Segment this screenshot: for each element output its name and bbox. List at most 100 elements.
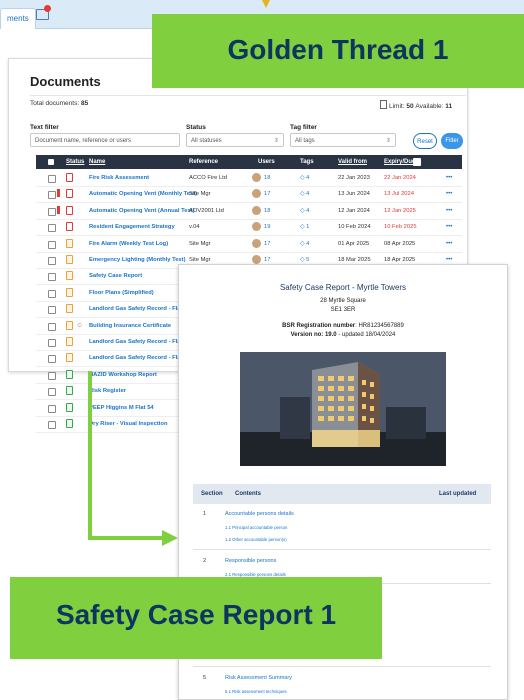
document-name-link[interactable]: Automatic Opening Vent (Monthly Test) — [89, 186, 197, 202]
callout-title: Safety Case Report 1 — [55, 599, 337, 630]
tags-count[interactable]: ◇ 4 — [300, 186, 309, 202]
row-checkbox[interactable] — [48, 273, 56, 282]
tags-count[interactable]: ◇ 4 — [300, 203, 309, 219]
toc-section-number: 1 — [203, 511, 207, 517]
more-options-icon[interactable]: ••• — [446, 236, 452, 252]
toc-divider — [193, 549, 491, 550]
tags-count[interactable]: ◇ 4 — [300, 170, 309, 186]
text-filter-label: Text filter — [30, 124, 59, 131]
users-count[interactable]: 19 — [264, 219, 270, 235]
avatar — [252, 222, 261, 232]
document-name-link[interactable]: Emergency Lighting (Monthly Test) — [89, 252, 186, 268]
row-checkbox[interactable] — [48, 388, 56, 397]
table-row[interactable]: Fire Alarm (Weekly Test Log) Site Mgr 17 ◇ … — [36, 236, 462, 253]
status-select[interactable]: All statuses ⇕ — [186, 133, 284, 147]
users-count[interactable]: 18 — [264, 170, 270, 186]
table-row[interactable]: Resident Engagement Strategy v.04 19 ◇ 1 10 … — [36, 219, 462, 237]
row-checkbox[interactable] — [48, 355, 56, 364]
column-reference: Reference — [189, 159, 219, 165]
export-icon[interactable] — [413, 158, 421, 166]
toc-subsection-link[interactable]: 5.1 Risk assessment techniques — [225, 689, 287, 694]
version-label: Version no: 19.0 — [290, 332, 337, 338]
row-checkbox[interactable] — [48, 289, 56, 298]
document-name-link[interactable]: Risk Register — [89, 383, 126, 399]
column-name[interactable]: Name — [89, 155, 105, 169]
document-name-link[interactable]: Floor Plans (Simplified) — [89, 285, 154, 301]
tags-count[interactable]: ◇ 1 — [300, 219, 309, 235]
document-status-icon — [66, 369, 73, 379]
more-options-icon[interactable]: ••• — [446, 186, 452, 202]
document-name-link[interactable]: HAZID Workshop Report — [89, 367, 157, 383]
report-address-line2: SE1 3ER — [330, 307, 356, 313]
row-checkbox[interactable] — [48, 404, 56, 413]
avatar — [252, 173, 261, 182]
row-checkbox[interactable] — [48, 421, 56, 429]
users-count[interactable]: 17 — [264, 236, 270, 252]
tags-count[interactable]: ◇ 4 — [300, 236, 309, 252]
row-checkbox[interactable] — [48, 240, 56, 249]
tags-value: 5 — [306, 257, 310, 263]
document-name-link[interactable]: Landlord Gas Safety Record - Flat 16 — [89, 350, 190, 366]
documents-tab[interactable]: ments — [0, 8, 36, 29]
toc-section-link[interactable]: Accountable persons details — [225, 511, 294, 517]
document-status-icon — [66, 205, 73, 215]
document-name-link[interactable]: Automatic Opening Vent (Annual Test) — [89, 203, 195, 219]
row-checkbox[interactable] — [48, 207, 56, 216]
document-status-icon — [66, 419, 73, 428]
document-name-link[interactable]: Fire Alarm (Weekly Test Log) — [89, 236, 168, 252]
column-expiry-due[interactable]: Expiry/Due — [384, 155, 415, 169]
report-title: Safety Case Report - Myrtle Towers — [279, 283, 407, 292]
reset-button[interactable]: Reset — [413, 133, 437, 149]
column-status[interactable]: Status — [66, 155, 84, 169]
arrow-shaft-vertical — [88, 371, 92, 540]
document-name-link[interactable]: PEEP Higgins M Flat 54 — [89, 400, 154, 416]
table-row[interactable]: Automatic Opening Vent (Annual Test) AOV2… — [36, 203, 462, 220]
tag-select[interactable]: All tags ⇕ — [290, 133, 396, 147]
users-count[interactable]: 18 — [264, 203, 270, 219]
row-checkbox[interactable] — [48, 191, 56, 200]
toc-section-link[interactable]: Risk Assessment Summary — [225, 675, 292, 681]
row-checkbox[interactable] — [48, 175, 56, 183]
expiry-date: 10 Feb 2025 — [384, 224, 417, 231]
toc-section-link[interactable]: Responsible persons — [225, 558, 276, 564]
row-checkbox[interactable] — [48, 339, 56, 347]
select-all-checkbox[interactable] — [48, 159, 54, 165]
filter-button[interactable]: Filter — [441, 133, 463, 149]
document-status-icon — [66, 386, 73, 396]
toc-subsection-link[interactable]: 1.2 Other accountable person(s) — [225, 537, 287, 542]
chevron-down-icon: ⇕ — [385, 138, 391, 144]
more-options-icon[interactable]: ••• — [446, 219, 452, 235]
document-name-link[interactable]: Building Insurance Certificate — [89, 318, 171, 334]
valid-from-date: 01 Apr 2025 — [338, 240, 370, 247]
users-count[interactable]: 17 — [264, 186, 270, 202]
toc-subsection-link[interactable]: 1.1 Principal accountable person — [225, 525, 287, 530]
total-label: Total documents: — [30, 100, 81, 107]
row-checkbox[interactable] — [48, 371, 56, 380]
table-row[interactable]: Automatic Opening Vent (Monthly Test) Sit… — [36, 186, 462, 204]
document-name-link[interactable]: Landlord Gas Safety Record - Flat 12 — [89, 334, 190, 350]
avatar — [252, 255, 261, 264]
row-checkbox[interactable] — [48, 224, 56, 233]
report-bsr-number: BSR Registration number: HR81234567889 — [179, 323, 507, 329]
expiry-date: 12 Jan 2025 — [384, 207, 416, 214]
page-title: Documents — [30, 74, 101, 89]
document-name-link[interactable]: Fire Risk Assessment — [89, 170, 149, 186]
more-options-icon[interactable]: ••• — [446, 203, 452, 219]
text-filter-input[interactable]: Document name, reference or users — [30, 133, 180, 147]
more-options-icon[interactable]: ••• — [446, 170, 452, 186]
row-checkbox[interactable] — [48, 257, 56, 265]
toc-contents-header: Contents — [235, 491, 261, 497]
row-checkbox[interactable] — [48, 322, 56, 331]
toc-section-number: 2 — [203, 558, 207, 564]
row-checkbox[interactable] — [48, 306, 56, 315]
document-name-link[interactable]: Dry Riser - Visual Inspection — [89, 416, 168, 432]
document-name-link[interactable]: Landlord Gas Safety Record - Flat 54 — [89, 301, 190, 317]
bsr-label: BSR Registration number — [282, 323, 356, 329]
document-name-link[interactable]: Safety Case Report — [89, 268, 142, 284]
expiry-date: 13 Jul 2024 — [384, 191, 414, 198]
pointer-caret — [262, 0, 270, 8]
table-row[interactable]: Fire Risk Assessment ACCO Fire Ltd 18 ◇ 4 22… — [36, 170, 462, 187]
expiry-date: 22 Jan 2024 — [384, 175, 416, 181]
column-valid-from[interactable]: Valid from — [338, 155, 367, 169]
document-name-link[interactable]: Resident Engagement Strategy — [89, 219, 175, 235]
